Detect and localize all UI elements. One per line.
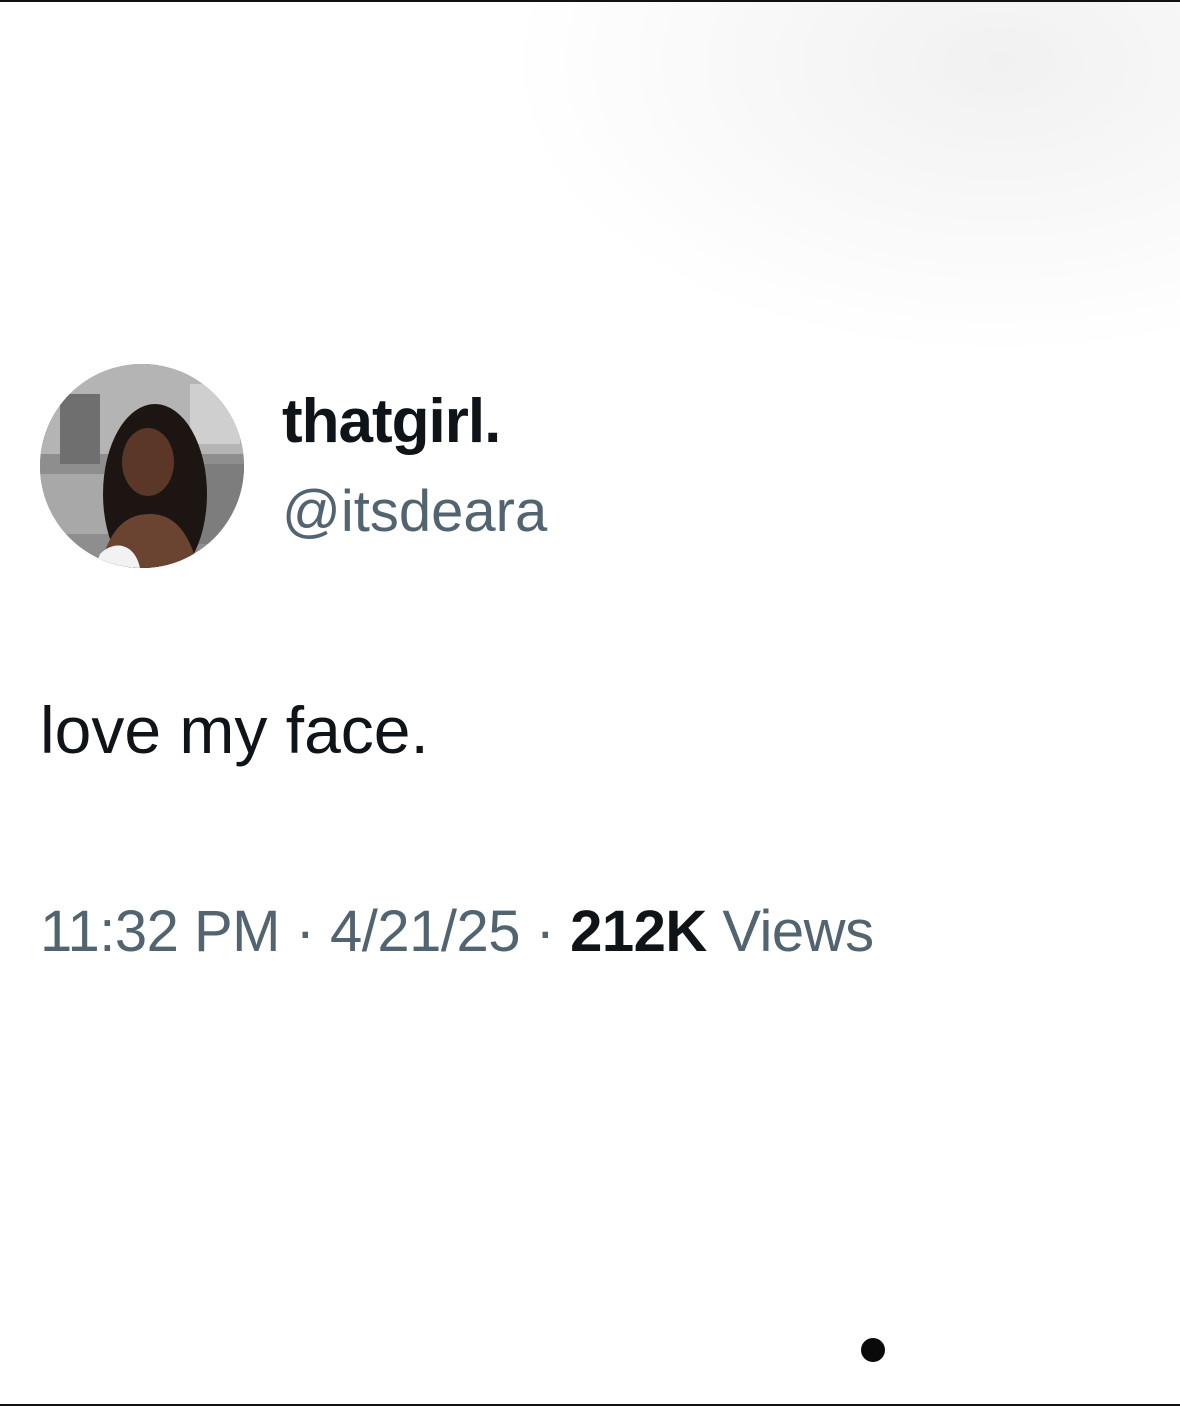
display-name[interactable]: thatgirl. bbox=[282, 386, 501, 457]
tweet-text: love my face. bbox=[40, 693, 429, 767]
tweet-date[interactable]: 4/21/25 bbox=[330, 899, 521, 964]
meta-separator: · bbox=[535, 899, 555, 964]
avatar-photo bbox=[40, 364, 244, 568]
avatar[interactable] bbox=[40, 364, 244, 568]
views-label: Views bbox=[722, 899, 874, 964]
dot-marker bbox=[861, 1338, 885, 1362]
meta-separator: · bbox=[295, 899, 315, 964]
views-count[interactable]: 212K bbox=[570, 899, 707, 964]
tweet-screenshot: thatgirl. @itsdeara love my face. 11:32 … bbox=[0, 0, 1180, 1406]
tweet-meta: 11:32 PM · 4/21/25 · 212K Views bbox=[40, 898, 874, 965]
tweet-time[interactable]: 11:32 PM bbox=[40, 899, 280, 964]
user-handle[interactable]: @itsdeara bbox=[282, 478, 547, 545]
